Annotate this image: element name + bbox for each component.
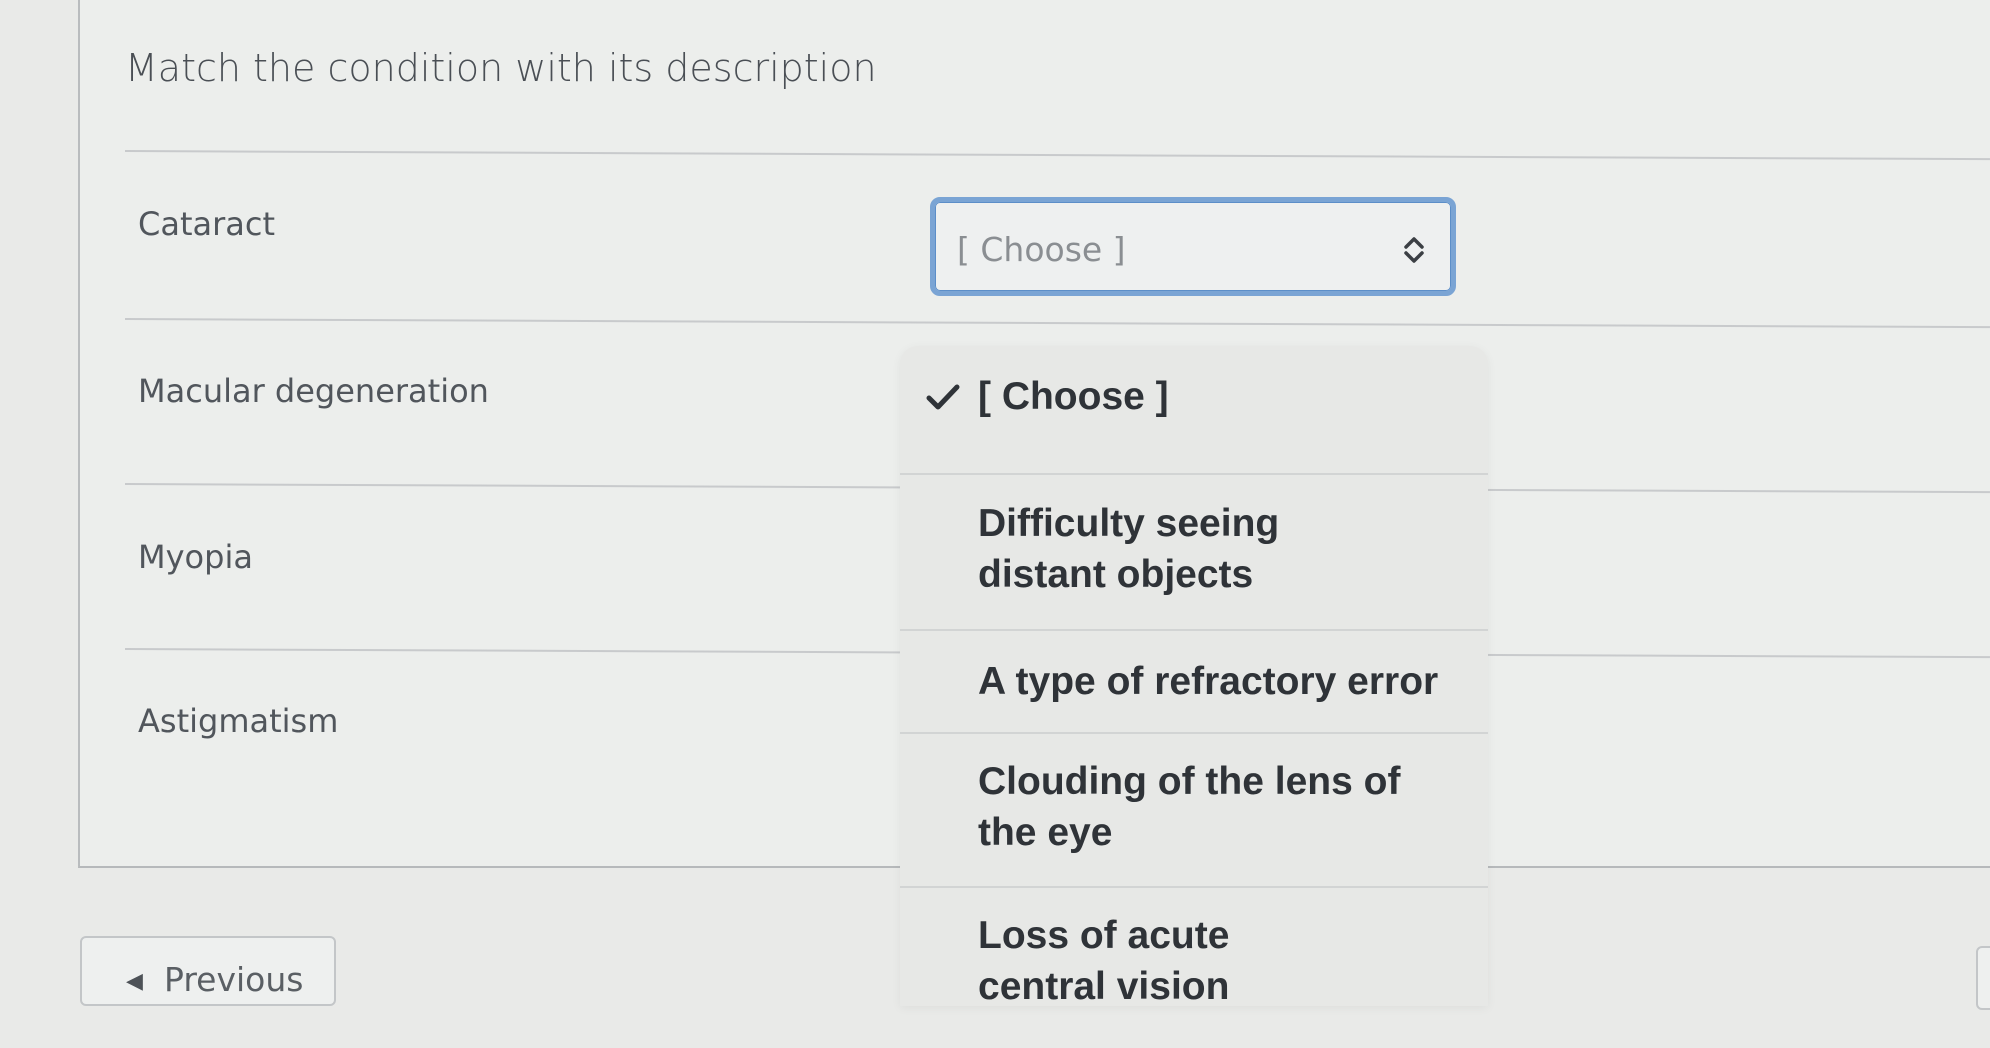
option-clouding-of-the-lens-of-the-eye[interactable]: Clouding of the lens of the eye — [900, 734, 1488, 888]
previous-button-label: Previous — [164, 960, 304, 999]
select-value: [ Choose ] — [957, 230, 1126, 269]
select-options-menu: [ Choose ] Difficulty seeing distant obj… — [900, 346, 1488, 1008]
checkmark-icon — [926, 371, 960, 427]
option-difficulty-seeing-distant-objects[interactable]: Difficulty seeing distant objects — [900, 475, 1488, 631]
condition-label-myopia: Myopia — [138, 538, 253, 576]
question-title: Match the condition with its description — [125, 46, 877, 90]
next-button[interactable] — [1976, 946, 1990, 1010]
triangle-left-icon: ◀ — [126, 968, 143, 993]
option-choose[interactable]: [ Choose ] — [900, 371, 1488, 475]
condition-label-cataract: Cataract — [138, 205, 276, 243]
option-a-type-of-refractory-error[interactable]: A type of refractory error — [900, 631, 1488, 734]
previous-button[interactable]: ◀ Previous — [80, 936, 336, 1006]
condition-label-astigmatism: Astigmatism — [138, 702, 339, 740]
description-select-cataract[interactable]: [ Choose ] — [930, 197, 1456, 296]
option-loss-of-acute-central-vision[interactable]: Loss of acute central vision — [900, 888, 1488, 1048]
chevron-up-down-icon — [1401, 235, 1427, 270]
condition-label-macular-degeneration: Macular degeneration — [138, 372, 489, 410]
